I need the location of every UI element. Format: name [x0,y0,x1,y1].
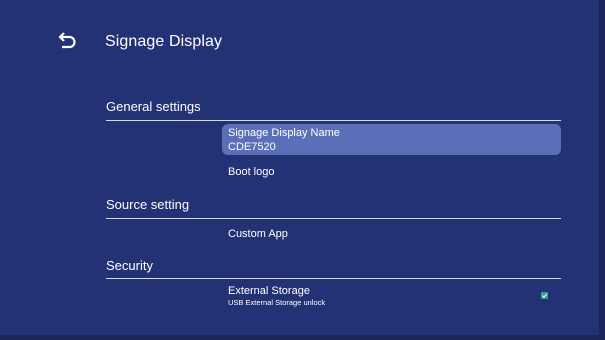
menu-item-value: CDE7520 [228,141,276,153]
menu-item-description: USB External Storage unlock [228,298,326,307]
settings-screen: Signage Display General settings Signage… [0,0,605,340]
menu-item-custom-app[interactable]: Custom App [222,227,561,243]
section-divider-general [106,120,561,121]
menu-item-label: Custom App [228,228,288,240]
menu-item-signage-display-name[interactable]: Signage Display Name CDE7520 [222,124,561,155]
section-title-security: Security [106,258,153,273]
menu-item-label: External Storage [228,285,310,297]
section-title-source: Source setting [106,197,190,212]
back-arrow-icon [58,32,76,49]
menu-item-label: Signage Display Name [228,127,340,139]
checkmark-icon [541,293,548,298]
menu-item-external-storage[interactable]: External Storage USB External Storage un… [222,284,561,310]
back-button[interactable] [57,29,79,51]
screen-edge-right [599,0,605,340]
menu-item-label: Boot logo [228,166,275,178]
section-divider-source [106,218,561,219]
menu-item-boot-logo[interactable]: Boot logo [222,165,561,181]
section-divider-security [106,278,561,279]
page-title: Signage Display [105,33,223,50]
external-storage-checkbox[interactable] [541,292,548,299]
section-title-general: General settings [106,99,201,114]
screen-edge-bottom [0,335,605,340]
